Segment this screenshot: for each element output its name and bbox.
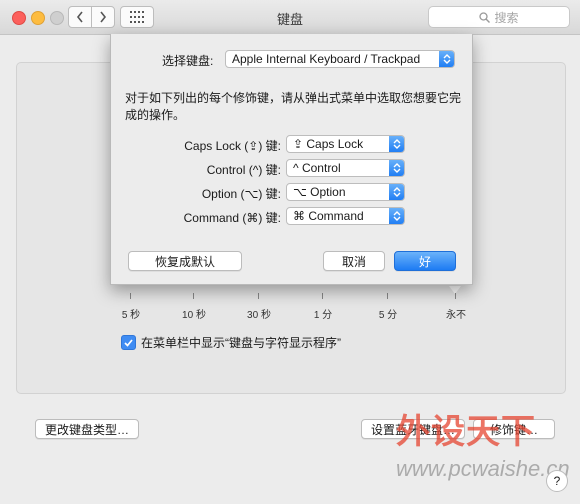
- slider-tick: [193, 293, 194, 299]
- keyboard-select[interactable]: Apple Internal Keyboard / Trackpad: [225, 50, 455, 68]
- command-select-value: ⌘ Command: [293, 209, 364, 223]
- popup-arrows-icon: [389, 184, 404, 200]
- slider-label: 30 秒: [247, 310, 271, 321]
- slider-tick: [130, 293, 131, 299]
- select-keyboard-label: 选择键盘:: [162, 54, 214, 68]
- slider-label: 永不: [446, 310, 466, 321]
- control-select[interactable]: ^ Control: [286, 159, 405, 177]
- slider-labels: 5 秒 10 秒 30 秒 1 分 5 分 永不: [0, 306, 580, 321]
- slider-tick: [455, 293, 456, 299]
- option-label: Option (⌥) 键:: [201, 187, 281, 201]
- popup-arrows-icon: [439, 51, 454, 67]
- caps-lock-select-value: ⇪ Caps Lock: [293, 137, 364, 151]
- slider-label: 5 分: [378, 310, 398, 321]
- search-field[interactable]: 搜索: [428, 6, 570, 28]
- caps-lock-select[interactable]: ⇪ Caps Lock: [286, 135, 405, 153]
- keyboard-select-value: Apple Internal Keyboard / Trackpad: [232, 52, 421, 66]
- change-keyboard-type-button[interactable]: 更改键盘类型…: [35, 419, 139, 439]
- show-menu-checkbox-label: 在菜单栏中显示“键盘与字符显示程序”: [141, 336, 341, 350]
- show-menu-checkbox[interactable]: [121, 335, 136, 350]
- slider-tick: [258, 293, 259, 299]
- ok-button[interactable]: 好: [394, 251, 456, 271]
- search-placeholder: 搜索: [494, 10, 519, 25]
- slider-label: 5 秒: [121, 310, 141, 321]
- command-label: Command (⌘) 键:: [183, 211, 281, 225]
- slider-label: 1 分: [313, 310, 333, 321]
- checkmark-icon: [124, 338, 133, 347]
- command-select[interactable]: ⌘ Command: [286, 207, 405, 225]
- caps-lock-label: Caps Lock (⇪) 键:: [184, 139, 281, 153]
- watermark-url: www.pcwaishe.cn: [396, 456, 570, 481]
- popup-arrows-icon: [389, 160, 404, 176]
- cancel-button[interactable]: 取消: [323, 251, 385, 271]
- modifier-keys-sheet: 选择键盘: Apple Internal Keyboard / Trackpad…: [110, 34, 473, 285]
- slider-label: 10 秒: [182, 310, 206, 321]
- title-bar: 键盘 搜索: [0, 0, 580, 35]
- option-select[interactable]: ⌥ Option: [286, 183, 405, 201]
- show-menu-checkbox-row[interactable]: 在菜单栏中显示“键盘与字符显示程序”: [121, 334, 341, 351]
- popup-arrows-icon: [389, 136, 404, 152]
- watermark-logo: 外设天下: [396, 412, 536, 452]
- option-select-value: ⌥ Option: [293, 185, 346, 199]
- control-select-value: ^ Control: [293, 161, 341, 175]
- sheet-description: 对于如下列出的每个修饰键，请从弹出式菜单中选取您想要它完成的操作。: [125, 91, 462, 122]
- control-label: Control (^) 键:: [206, 163, 281, 177]
- slider-tick: [322, 293, 323, 299]
- popup-arrows-icon: [389, 208, 404, 224]
- help-button[interactable]: ?: [546, 470, 568, 492]
- slider-tick: [387, 293, 388, 299]
- search-icon: [479, 11, 491, 23]
- restore-defaults-button[interactable]: 恢复成默认: [128, 251, 242, 271]
